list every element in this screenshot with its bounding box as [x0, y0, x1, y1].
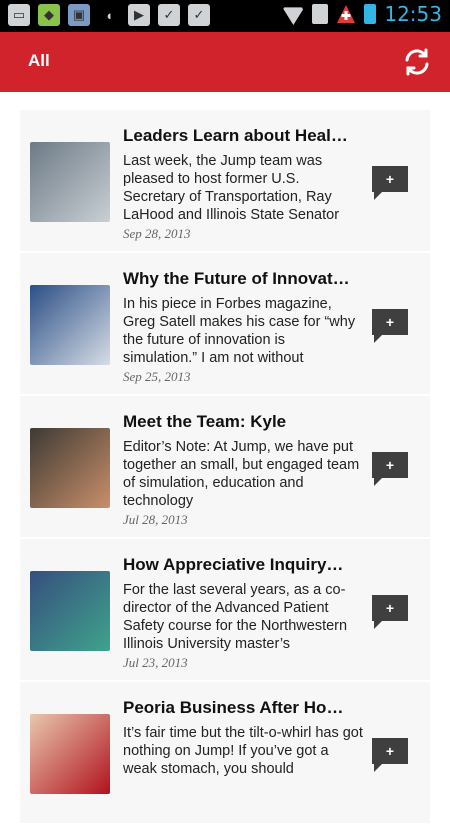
svg-text:+: +	[386, 171, 394, 187]
article-item[interactable]: Leaders Learn about Healt… Last week, the…	[20, 110, 430, 253]
add-comment-icon[interactable]: +	[372, 166, 408, 202]
clock: 12:53	[384, 2, 442, 26]
article-title: Meet the Team: Kyle	[123, 412, 287, 431]
article-excerpt: Last week, the Jump team was pleased to …	[123, 153, 340, 223]
add-comment-icon[interactable]: +	[372, 309, 408, 345]
article-date: Jul 28, 2013	[123, 512, 188, 527]
status-bar: ▭ ◆ ▣ ◖ ▶ ✓ ✓ 12:53	[0, 0, 450, 32]
article-item[interactable]: Peoria Business After Hour… It’s fair tim…	[20, 682, 430, 825]
svg-text:+: +	[386, 314, 394, 330]
article-title: How Appreciative Inquiry…	[123, 555, 344, 574]
notification-icons: ▭ ◆ ▣ ◖ ▶ ✓ ✓	[8, 4, 210, 26]
article-date: Sep 25, 2013	[123, 369, 191, 384]
add-comment-icon[interactable]: +	[372, 738, 408, 774]
redcross-icon	[336, 4, 356, 24]
article-date: Jul 23, 2013	[123, 655, 188, 670]
screenshot-icon: ▭	[8, 4, 30, 26]
article-list: Leaders Learn about Healt… Last week, the…	[20, 110, 430, 825]
article-item[interactable]: Why the Future of Innovati… In his piece …	[20, 253, 430, 396]
task-check-icon: ✓	[188, 4, 210, 26]
article-date: Sep 28, 2013	[123, 226, 191, 241]
sim-icon	[312, 4, 329, 24]
article-excerpt: Editor’s Note: At Jump, we have put toge…	[123, 439, 360, 509]
app-bar-title: All	[28, 51, 50, 70]
svg-text:+: +	[386, 743, 394, 759]
article-thumbnail	[30, 428, 110, 508]
article-excerpt: It’s fair time but the tilt-o-whirl has …	[123, 725, 363, 777]
article-title: Peoria Business After Hour…	[123, 698, 353, 717]
article-item[interactable]: How Appreciative Inquiry… For the last se…	[20, 539, 430, 682]
add-comment-icon[interactable]: +	[372, 595, 408, 631]
battery-icon	[364, 4, 377, 24]
article-excerpt: For the last several years, as a co-dire…	[123, 582, 348, 652]
gallery-icon: ▣	[68, 4, 90, 26]
refresh-icon[interactable]	[402, 47, 432, 77]
article-thumbnail	[30, 285, 110, 365]
svg-text:+: +	[386, 600, 394, 616]
android-icon: ◖	[105, 7, 113, 23]
svg-text:+: +	[386, 457, 394, 473]
article-title: Why the Future of Innovati…	[123, 269, 353, 288]
app-bar: All	[0, 32, 450, 92]
article-excerpt: In his piece in Forbes magazine, Greg Sa…	[123, 296, 356, 366]
add-comment-icon[interactable]: +	[372, 452, 408, 488]
play-store-icon: ▶	[128, 4, 150, 26]
task-check-icon: ✓	[158, 4, 180, 26]
article-thumbnail	[30, 571, 110, 651]
article-thumbnail	[30, 142, 110, 222]
article-item[interactable]: Meet the Team: Kyle Editor’s Note: At Jum…	[20, 396, 430, 539]
wifi-icon	[282, 7, 305, 25]
maps-icon: ◆	[38, 4, 60, 26]
article-thumbnail	[30, 714, 110, 794]
system-icons: 12:53	[282, 2, 442, 26]
article-title: Leaders Learn about Healt…	[123, 126, 353, 145]
